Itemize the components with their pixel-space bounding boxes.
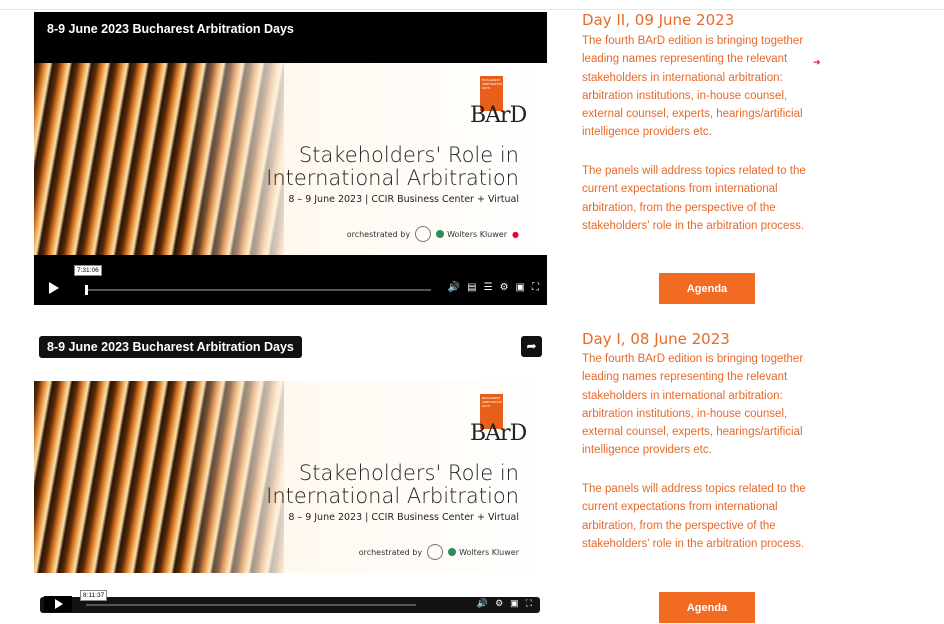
- pip-icon[interactable]: ▣: [510, 598, 519, 609]
- video-player-day-2[interactable]: 8-9 June 2023 Bucharest Arbitration Days…: [34, 12, 547, 305]
- top-divider: [0, 9, 944, 10]
- agenda-button[interactable]: Agenda: [659, 273, 755, 304]
- progress-bar[interactable]: [86, 289, 431, 291]
- share-icon[interactable]: ➦: [521, 336, 542, 357]
- ccir-seal-icon: [415, 226, 432, 242]
- play-icon[interactable]: [55, 599, 63, 609]
- video-player-day-1[interactable]: 8-9 June 2023 Bucharest Arbitration Days…: [34, 326, 547, 613]
- video-poster[interactable]: BUCHAREST ARBITRATION DAYS BArD Stakehol…: [34, 381, 547, 573]
- poster-subtitle: 8 – 9 June 2023 | CCIR Business Center +…: [288, 194, 519, 205]
- video-title[interactable]: 8-9 June 2023 Bucharest Arbitration Days: [39, 336, 302, 358]
- progress-handle[interactable]: [85, 285, 88, 295]
- agenda-button[interactable]: Agenda: [659, 592, 755, 623]
- volume-icon[interactable]: 🔊: [448, 282, 460, 293]
- video-poster[interactable]: BUCHAREST ARBITRATION DAYS BArD Stakehol…: [34, 63, 547, 255]
- wolters-kluwer-logo-icon: [448, 548, 457, 556]
- day-description: The fourth BArD edition is bringing toge…: [582, 353, 804, 457]
- ccir-seal-icon: [427, 544, 444, 560]
- player-controls: 7:31:06 🔊 ▤ ☰ ⚙ ▣ ⛶: [34, 265, 547, 305]
- red-mark: ➜: [813, 57, 821, 67]
- wolters-kluwer-logo-icon: [436, 230, 445, 238]
- chapters-icon[interactable]: ☰: [484, 282, 493, 293]
- day-heading: Day II, 09 June 2023: [582, 11, 735, 29]
- play-button[interactable]: [44, 596, 72, 612]
- poster-title: Stakeholders' Role in International Arbi…: [266, 143, 519, 190]
- video-title[interactable]: 8-9 June 2023 Bucharest Arbitration Days: [47, 22, 294, 36]
- player-controls: 8:11:37 🔊 ⚙ ▣ ⛶: [40, 590, 540, 613]
- time-tooltip: 7:31:06: [74, 265, 102, 276]
- day-description: The fourth BArD edition is bringing toge…: [582, 35, 804, 139]
- fullscreen-icon[interactable]: ⛶: [526, 598, 532, 609]
- gear-icon[interactable]: ⚙: [500, 282, 509, 293]
- poster-subtitle: 8 – 9 June 2023 | CCIR Business Center +…: [288, 512, 519, 523]
- bard-logo: BArD: [470, 421, 527, 446]
- pip-icon[interactable]: ▣: [516, 282, 525, 293]
- bard-logo: BArD: [470, 103, 527, 128]
- day-panels-text: The panels will address topics related t…: [582, 165, 806, 232]
- day-panels-text: The panels will address topics related t…: [582, 483, 806, 550]
- play-icon[interactable]: [49, 282, 59, 294]
- fullscreen-icon[interactable]: ⛶: [532, 282, 539, 293]
- day-heading: Day I, 08 June 2023: [582, 330, 730, 348]
- captions-icon[interactable]: ▤: [467, 282, 476, 293]
- gear-icon[interactable]: ⚙: [495, 598, 503, 609]
- poster-sponsors: orchestrated by Wolters Kluwer ●: [347, 226, 519, 242]
- poster-title: Stakeholders' Role in International Arbi…: [266, 461, 519, 508]
- progress-bar[interactable]: [86, 604, 416, 606]
- poster-sponsors: orchestrated by Wolters Kluwer: [359, 544, 519, 560]
- volume-icon[interactable]: 🔊: [477, 598, 488, 609]
- time-tooltip: 8:11:37: [80, 590, 108, 601]
